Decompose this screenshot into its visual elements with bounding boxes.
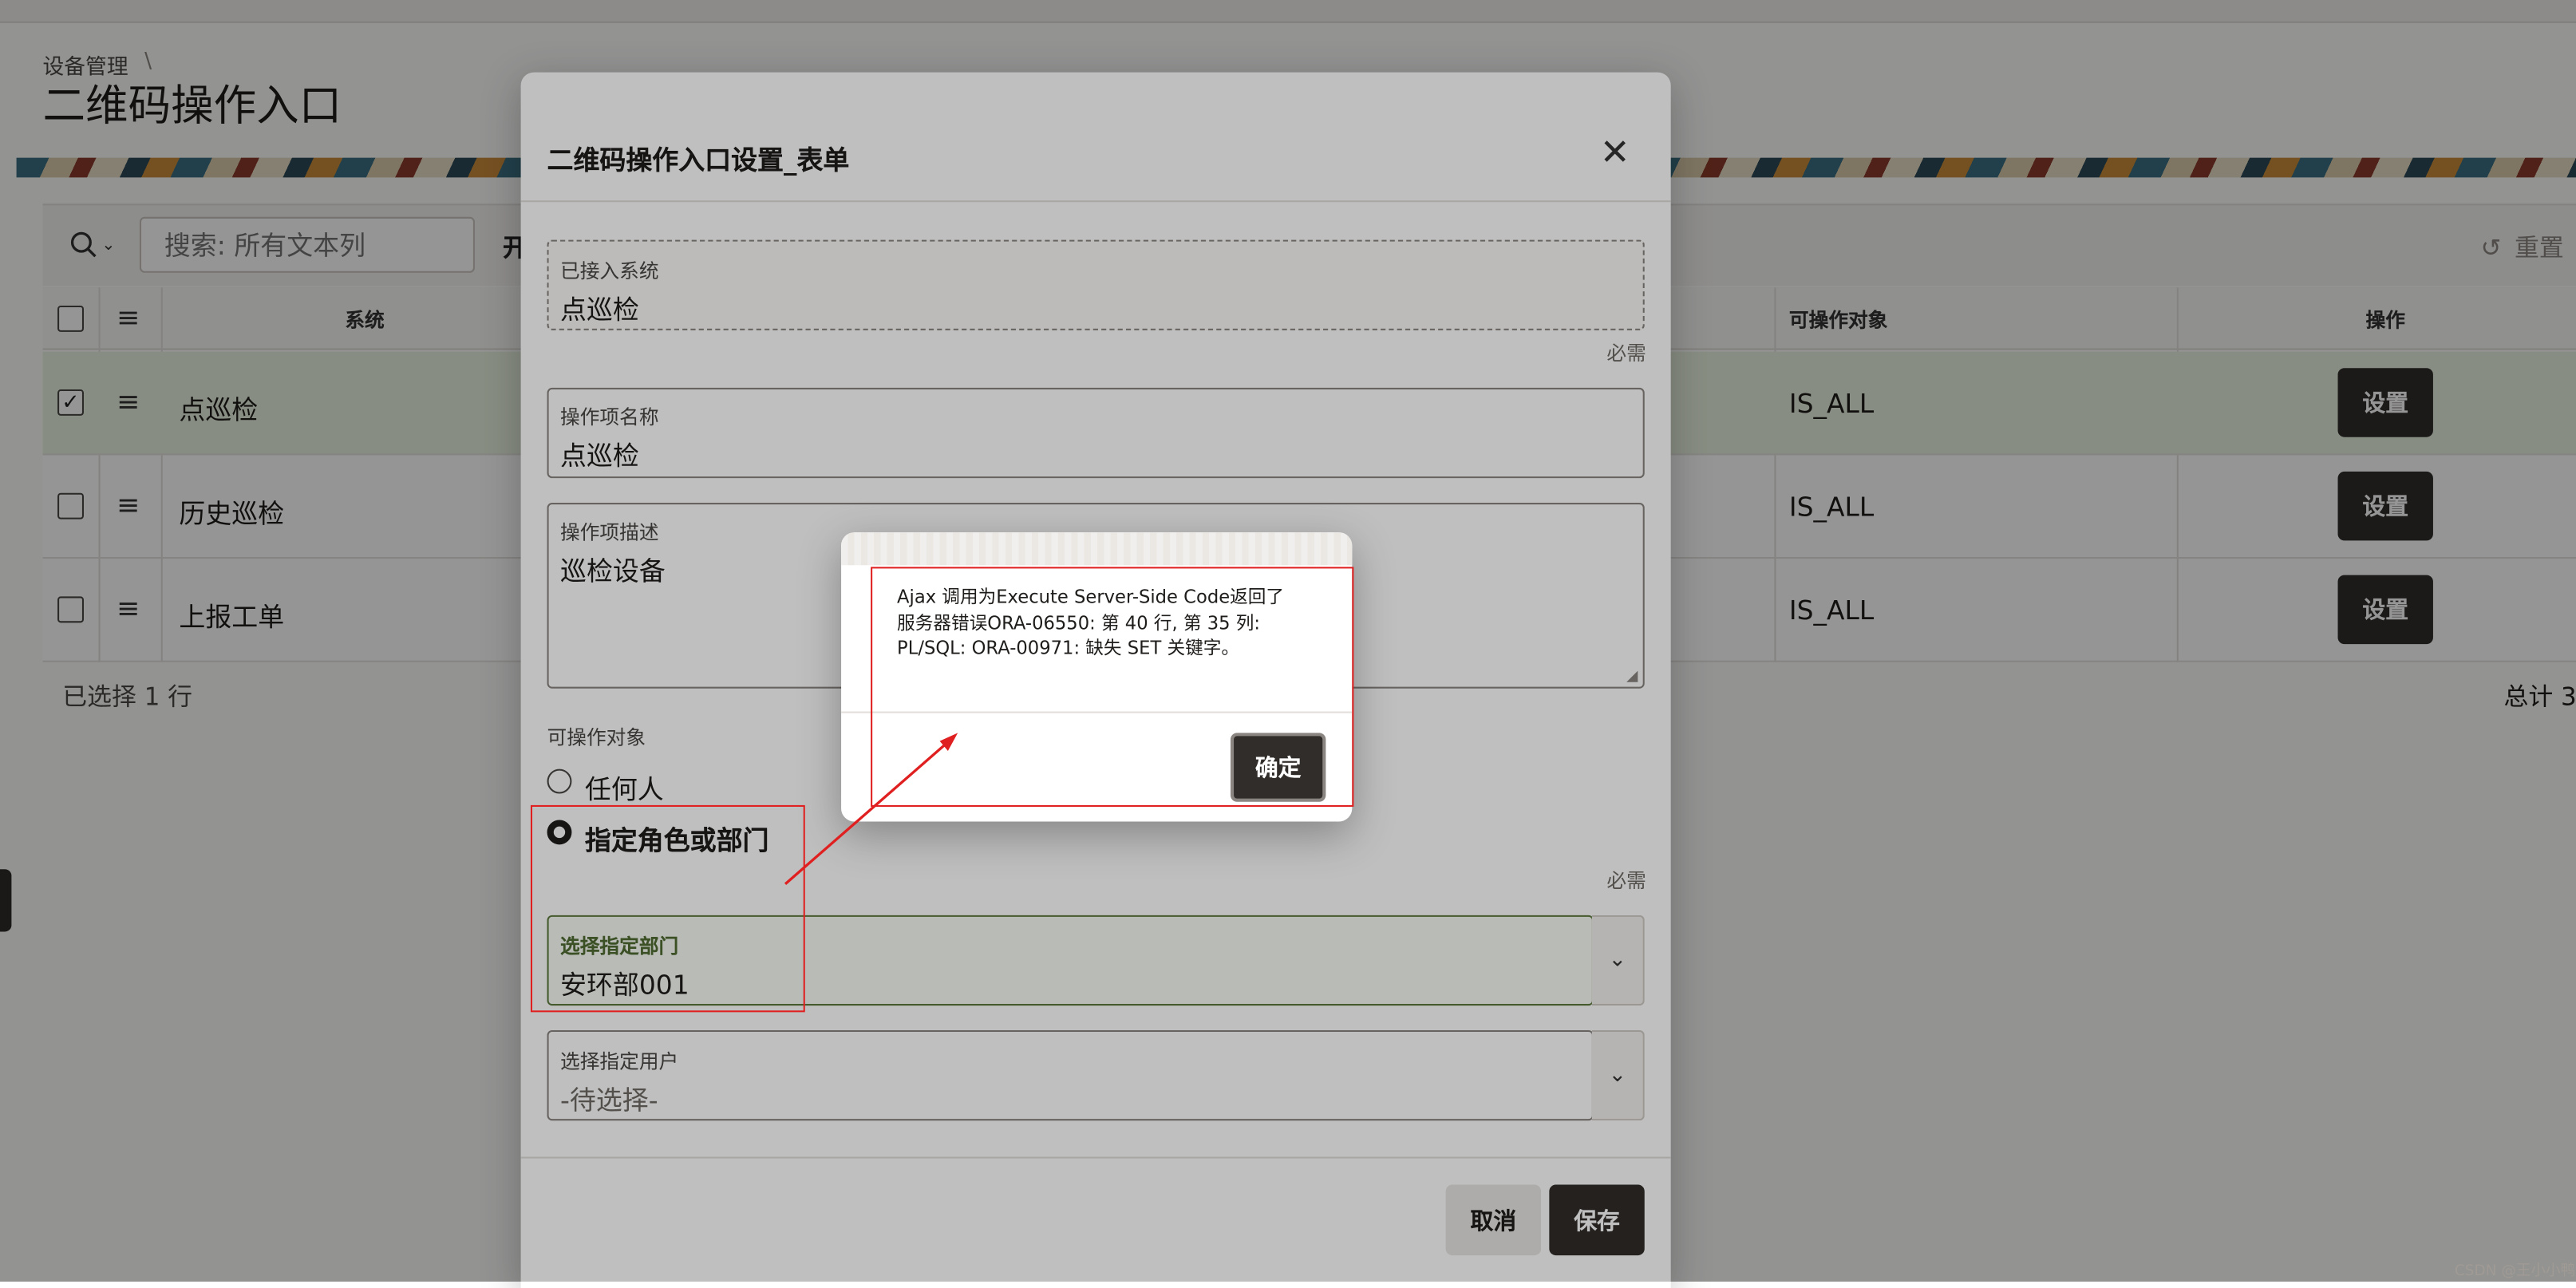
annotation-arrow-icon	[784, 733, 958, 885]
screen: 设备管理 \ 二维码操作入口 ⌄ 开 ↺ 重置 ≡ 系统 可操作对象 操作 ✓ …	[0, 0, 2576, 1288]
watermark: CSDN @王小小鸭	[2454, 1263, 2576, 1280]
